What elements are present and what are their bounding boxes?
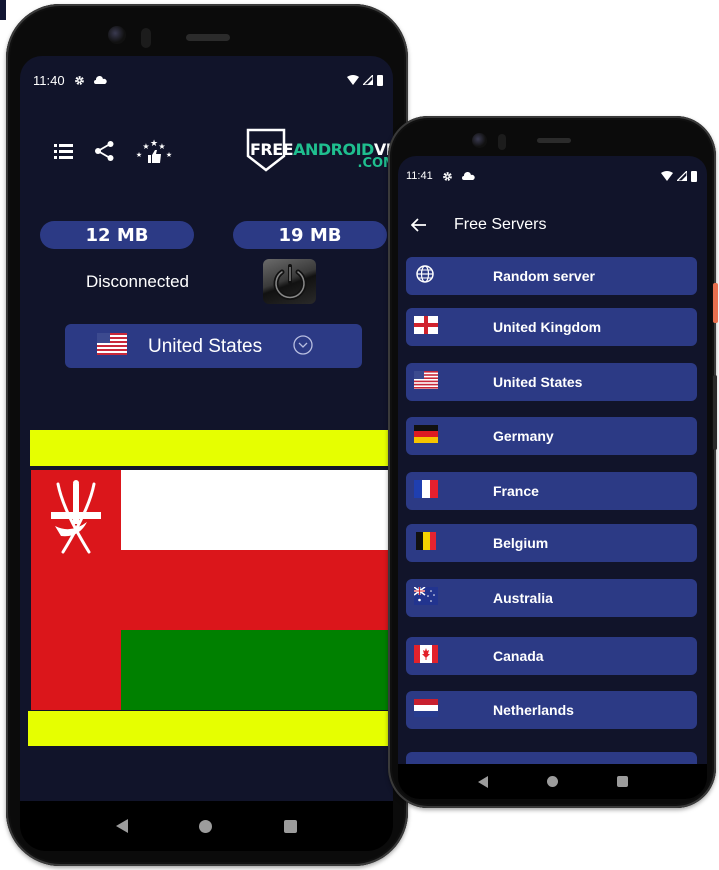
cloud-icon — [93, 76, 107, 84]
server-item-australia[interactable]: Australia — [406, 579, 697, 617]
power-icon — [273, 263, 306, 300]
signal-icon — [363, 75, 373, 85]
status-bar: 11:40 — [20, 70, 393, 90]
server-item-netherlands[interactable]: Netherlands — [406, 691, 697, 729]
server-item-random[interactable]: Random server — [406, 257, 697, 295]
main-screen: 11:40 ★ ★ ★ ★ ★ FREEANDROIDV .COM 12 MB … — [20, 56, 393, 801]
sensor — [141, 28, 151, 48]
toolbar: ★ ★ ★ ★ ★ — [54, 138, 172, 164]
connect-power-button[interactable] — [263, 259, 316, 304]
nav-back-icon[interactable] — [477, 775, 488, 788]
nav-recents-icon[interactable] — [616, 776, 628, 787]
wifi-icon — [661, 171, 673, 181]
share-icon[interactable] — [95, 141, 114, 161]
au-flag-icon — [414, 587, 438, 605]
gb-flag-icon — [414, 316, 438, 334]
yellow-bar-top — [30, 430, 391, 466]
selected-server-label: United States — [148, 336, 263, 357]
svg-text:★: ★ — [158, 142, 165, 151]
de-flag-icon — [414, 425, 438, 443]
server-label: Germany — [493, 428, 554, 444]
front-camera — [472, 133, 487, 148]
server-item-partial[interactable] — [406, 752, 697, 764]
side-button-volume — [713, 375, 717, 450]
menu-icon[interactable] — [54, 143, 73, 159]
svg-text:★: ★ — [136, 151, 142, 159]
battery-icon — [691, 170, 697, 182]
server-list-screen: 11:41 Free Servers Random server United … — [398, 156, 707, 764]
logo-free: FREE — [250, 140, 294, 159]
server-label: Australia — [493, 590, 553, 606]
rate-icon[interactable]: ★ ★ ★ ★ ★ — [136, 138, 172, 164]
nav-back-icon[interactable] — [115, 819, 128, 833]
arrow-left-icon[interactable] — [411, 218, 427, 232]
nav-recents-icon[interactable] — [284, 819, 298, 833]
front-camera — [108, 26, 126, 44]
system-nav-bar — [398, 764, 707, 799]
server-label: United Kingdom — [493, 319, 602, 335]
page-title: Free Servers — [454, 216, 547, 233]
cloud-icon — [461, 172, 475, 180]
app-logo: FREEANDROIDVPN .COM — [246, 128, 393, 173]
country-flag-display — [28, 430, 391, 748]
oman-flag — [31, 470, 391, 710]
nav-home-icon[interactable] — [199, 819, 213, 833]
status-bar: 11:41 — [398, 168, 707, 184]
nl-flag-icon — [414, 699, 438, 717]
server-item-germany[interactable]: Germany — [406, 417, 697, 455]
sensor — [498, 134, 506, 150]
us-flag-icon — [97, 333, 127, 355]
system-nav-bar — [20, 801, 393, 851]
server-label: France — [493, 483, 539, 499]
server-item-united-states[interactable]: United States — [406, 363, 697, 401]
server-selector[interactable]: United States — [65, 324, 362, 368]
status-time: 11:40 — [33, 72, 65, 88]
server-label: Netherlands — [493, 702, 574, 718]
server-label: United States — [493, 374, 583, 390]
signal-icon — [677, 171, 687, 181]
svg-text:★: ★ — [166, 151, 172, 159]
phone-server-list: 11:41 Free Servers Random server United … — [388, 116, 716, 808]
connection-status: Disconnected — [86, 272, 190, 291]
upload-stat: 19 MB — [233, 221, 387, 249]
globe-icon — [416, 265, 434, 283]
status-time: 11:41 — [406, 170, 433, 182]
battery-icon — [377, 74, 383, 86]
svg-text:★: ★ — [150, 138, 158, 148]
server-item-belgium[interactable]: Belgium — [406, 524, 697, 562]
phone-main-screen: 11:40 ★ ★ ★ ★ ★ FREEANDROIDV .COM 12 MB … — [6, 4, 408, 866]
fr-flag-icon — [414, 480, 438, 498]
download-stat: 12 MB — [40, 221, 194, 249]
us-flag-icon — [414, 371, 438, 389]
gear-icon — [74, 75, 84, 85]
wifi-icon — [347, 75, 359, 85]
gear-icon — [442, 171, 452, 181]
svg-text:★: ★ — [142, 142, 149, 151]
chevron-down-icon[interactable] — [293, 335, 313, 355]
server-label: Belgium — [493, 535, 549, 551]
server-item-france[interactable]: France — [406, 472, 697, 510]
side-button-orange — [713, 283, 718, 323]
ca-flag-icon — [414, 645, 438, 663]
server-item-united-kingdom[interactable]: United Kingdom — [406, 308, 697, 346]
yellow-bar-bottom — [28, 711, 390, 746]
nav-home-icon[interactable] — [546, 776, 558, 787]
earpiece-speaker — [186, 34, 230, 41]
server-label: Canada — [493, 648, 544, 664]
earpiece-speaker — [537, 138, 571, 143]
corner-decoration — [0, 0, 6, 20]
server-item-canada[interactable]: Canada — [406, 637, 697, 675]
server-label: Random server — [493, 268, 595, 284]
be-flag-icon — [416, 532, 436, 550]
